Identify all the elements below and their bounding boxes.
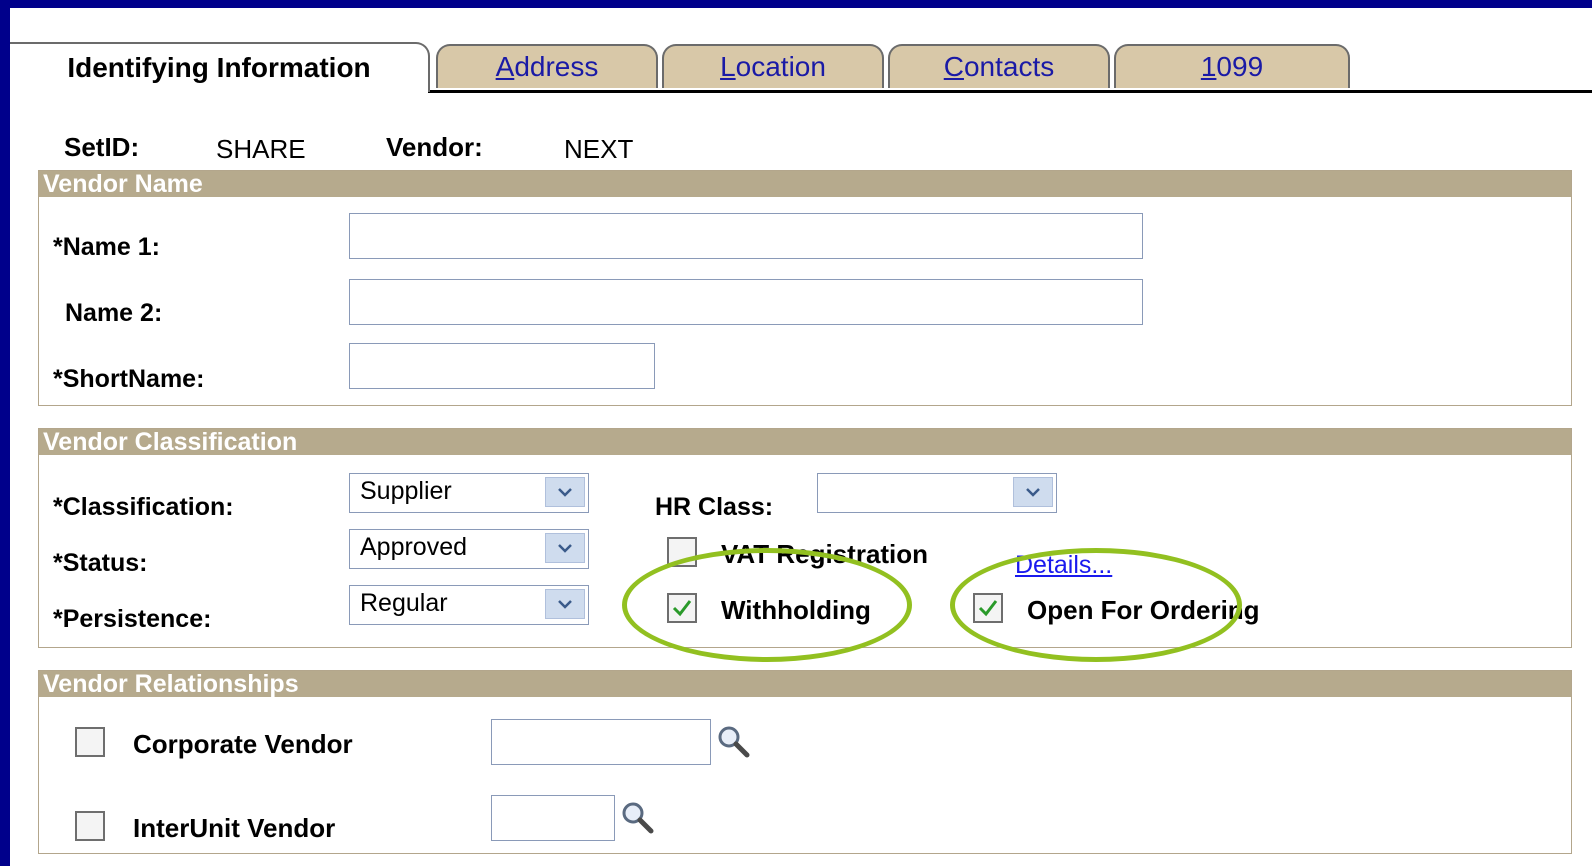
magnifier-icon[interactable] (715, 723, 753, 761)
name2-input[interactable] (349, 279, 1143, 325)
tab-label: Contacts (943, 51, 1055, 82)
magnifier-icon[interactable] (619, 799, 657, 837)
withholding-checkbox[interactable] (667, 593, 697, 623)
tab-contacts[interactable]: Contacts (888, 44, 1110, 88)
section-title: Vendor Classification (39, 429, 1571, 456)
hr-class-label: HR Class: (655, 493, 774, 521)
tab-label: 1099 (1200, 51, 1264, 82)
shortname-label: *ShortName: (53, 365, 205, 393)
persistence-value: Regular (360, 589, 448, 617)
tab-label: Identifying Information (67, 52, 371, 83)
persistence-label: *Persistence: (53, 605, 212, 633)
tab-label: Address (495, 51, 599, 82)
status-value: Approved (360, 533, 468, 561)
name1-input[interactable] (349, 213, 1143, 259)
chevron-down-icon[interactable] (545, 589, 585, 619)
interunit-vendor-label: InterUnit Vendor (133, 813, 336, 843)
chevron-down-icon[interactable] (545, 533, 585, 563)
check-icon (978, 600, 998, 617)
status-label: *Status: (53, 549, 148, 577)
vat-registration-checkbox[interactable] (667, 537, 697, 567)
vendor-value: NEXT (564, 134, 634, 164)
name2-label: Name 2: (65, 299, 163, 327)
tab-label: Location (720, 51, 826, 82)
vendor-page: Identifying Information Address Location… (10, 8, 1592, 866)
vendor-classification-section: Vendor Classification *Classification: S… (38, 428, 1572, 648)
tab-1099[interactable]: 1099 (1114, 44, 1350, 88)
classification-select[interactable]: Supplier (349, 473, 589, 513)
tab-location[interactable]: Location (662, 44, 884, 88)
classification-label: *Classification: (53, 493, 234, 521)
corporate-vendor-label: Corporate Vendor (133, 729, 353, 759)
hr-class-select[interactable] (817, 473, 1057, 513)
status-select[interactable]: Approved (349, 529, 589, 569)
corporate-vendor-input[interactable] (491, 719, 711, 765)
tab-identifying-information[interactable]: Identifying Information (10, 42, 430, 92)
details-link[interactable]: Details... (1015, 551, 1112, 580)
open-for-ordering-label: Open For Ordering (1027, 595, 1260, 625)
vendor-label: Vendor: (386, 132, 483, 162)
chevron-down-icon[interactable] (1013, 477, 1053, 507)
setid-label: SetID: (64, 132, 140, 162)
vendor-relationships-section: Vendor Relationships Corporate Vendor In… (38, 670, 1572, 854)
interunit-vendor-checkbox[interactable] (75, 811, 105, 841)
check-icon (672, 600, 692, 617)
interunit-vendor-input[interactable] (491, 795, 615, 841)
tab-address[interactable]: Address (436, 44, 658, 88)
section-title: Vendor Name (39, 171, 1571, 198)
tab-baseline (428, 90, 1592, 93)
vendor-name-section: Vendor Name *Name 1: Name 2: *ShortName: (38, 170, 1572, 406)
section-title: Vendor Relationships (39, 671, 1571, 698)
chevron-down-icon[interactable] (545, 477, 585, 507)
classification-value: Supplier (360, 477, 452, 505)
vat-registration-label: VAT Registration (721, 539, 929, 569)
shortname-input[interactable] (349, 343, 655, 389)
corporate-vendor-checkbox[interactable] (75, 727, 105, 757)
open-for-ordering-checkbox[interactable] (973, 593, 1003, 623)
setid-value: SHARE (216, 134, 306, 164)
persistence-select[interactable]: Regular (349, 585, 589, 625)
name1-label: *Name 1: (53, 233, 160, 261)
withholding-label: Withholding (721, 595, 871, 625)
